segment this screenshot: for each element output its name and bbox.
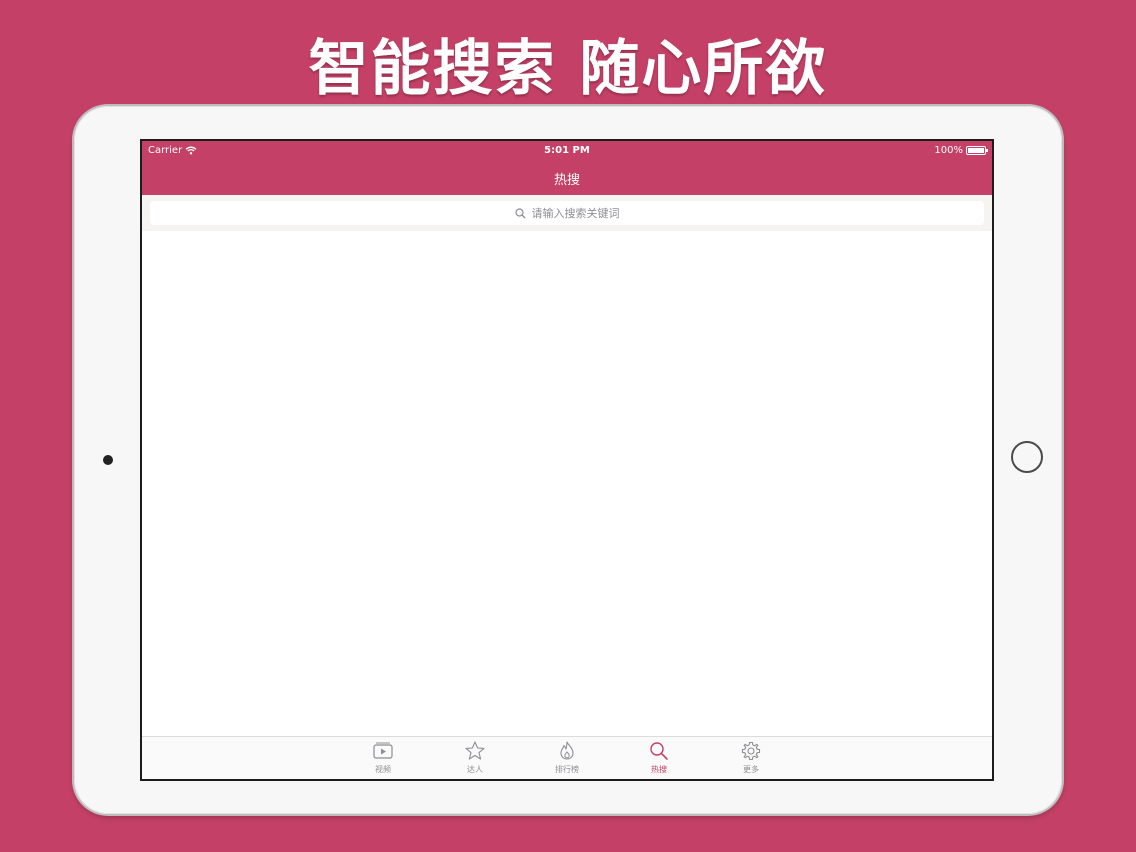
tab-hot-search-label: 热搜 xyxy=(651,765,667,774)
flame-icon xyxy=(560,741,574,760)
tab-bar: 视频 达人 排行榜 热搜 更多 xyxy=(142,736,992,779)
search-icon xyxy=(650,742,668,760)
home-button[interactable] xyxy=(1011,441,1043,473)
search-placeholder: 请输入搜索关键词 xyxy=(531,207,620,220)
ipad-frame: Carrier 5:01 PM 100% 热搜 请输入搜索关键词 视频 达人 排… xyxy=(74,106,1062,814)
status-time: 5:01 PM xyxy=(544,145,590,156)
app-screen: Carrier 5:01 PM 100% 热搜 请输入搜索关键词 视频 达人 排… xyxy=(140,139,994,781)
search-icon xyxy=(514,207,525,218)
tab-ranking-label: 排行榜 xyxy=(555,765,579,774)
star-icon xyxy=(465,741,485,760)
page-title: 热搜 xyxy=(553,172,580,188)
battery-icon xyxy=(966,146,988,155)
navigation-bar: 热搜 xyxy=(142,161,992,195)
video-icon xyxy=(373,742,393,759)
results-list xyxy=(142,231,992,737)
gear-icon xyxy=(741,741,761,761)
battery-indicator: 100% xyxy=(934,145,988,156)
tab-more-label: 更多 xyxy=(743,765,759,774)
camera-icon xyxy=(103,455,113,465)
status-bar: Carrier 5:01 PM 100% xyxy=(142,141,992,161)
tab-talent-label: 达人 xyxy=(467,765,483,774)
tab-hot-search[interactable]: 热搜 xyxy=(613,737,705,779)
tab-talent[interactable]: 达人 xyxy=(429,737,521,779)
search-bar-container: 请输入搜索关键词 xyxy=(142,195,992,231)
tab-ranking[interactable]: 排行榜 xyxy=(521,737,613,779)
promo-headline: 智能搜索 随心所欲 xyxy=(308,34,828,104)
search-input[interactable]: 请输入搜索关键词 xyxy=(150,201,984,225)
tab-more[interactable]: 更多 xyxy=(705,737,797,779)
tab-video[interactable]: 视频 xyxy=(337,737,429,779)
tab-video-label: 视频 xyxy=(375,765,391,774)
battery-label: 100% xyxy=(934,145,963,156)
